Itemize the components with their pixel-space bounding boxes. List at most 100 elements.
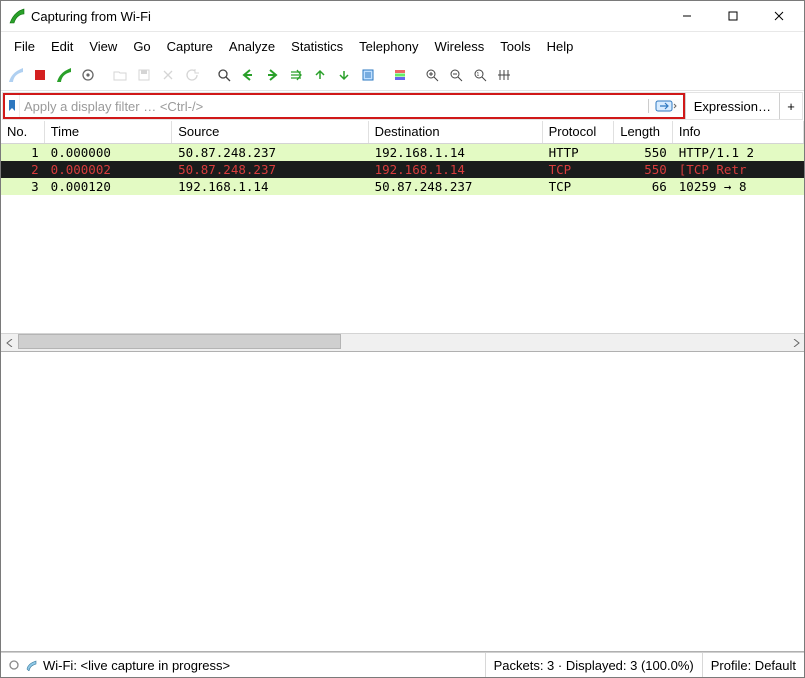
menu-wireless[interactable]: Wireless <box>427 37 491 56</box>
table-cell: [TCP Retr <box>673 161 804 178</box>
start-capture-button[interactable] <box>5 64 27 86</box>
col-header-no[interactable]: No. <box>1 121 45 143</box>
table-cell: 192.168.1.14 <box>172 178 368 195</box>
menu-view[interactable]: View <box>82 37 124 56</box>
packet-list-pane: No. Time Source Destination Protocol Len… <box>1 121 804 352</box>
table-cell: HTTP/1.1 2 <box>673 144 804 161</box>
table-cell: 2 <box>1 161 45 178</box>
col-header-dest[interactable]: Destination <box>369 121 543 143</box>
display-filter-input[interactable] <box>20 97 648 116</box>
toolbar: 1 <box>1 60 804 91</box>
col-header-length[interactable]: Length <box>614 121 673 143</box>
table-row[interactable]: 10.00000050.87.248.237192.168.1.14HTTP55… <box>1 144 804 161</box>
table-cell: 0.000120 <box>45 178 172 195</box>
menu-analyze[interactable]: Analyze <box>222 37 282 56</box>
status-profile[interactable]: Profile: Default <box>703 653 804 677</box>
col-header-protocol[interactable]: Protocol <box>543 121 615 143</box>
toolbar-separator <box>381 64 387 86</box>
zoom-out-button[interactable] <box>445 64 467 86</box>
toolbar-separator <box>413 64 419 86</box>
app-window: Capturing from Wi-Fi File Edit View Go C… <box>0 0 805 678</box>
col-header-source[interactable]: Source <box>172 121 368 143</box>
resize-columns-button[interactable] <box>493 64 515 86</box>
menu-help[interactable]: Help <box>540 37 581 56</box>
table-cell: 0.000002 <box>45 161 172 178</box>
close-button[interactable] <box>756 1 802 31</box>
table-cell: TCP <box>543 178 615 195</box>
minimize-button[interactable] <box>664 1 710 31</box>
menubar: File Edit View Go Capture Analyze Statis… <box>1 32 804 60</box>
packet-table-header: No. Time Source Destination Protocol Len… <box>1 121 804 144</box>
open-file-button[interactable] <box>109 64 131 86</box>
stop-capture-button[interactable] <box>29 64 51 86</box>
go-first-packet-button[interactable] <box>309 64 331 86</box>
go-back-button[interactable] <box>237 64 259 86</box>
titlebar: Capturing from Wi-Fi <box>1 1 804 32</box>
menu-tools[interactable]: Tools <box>493 37 537 56</box>
toolbar-separator <box>101 64 107 86</box>
filter-apply-button[interactable] <box>648 99 683 113</box>
save-file-button[interactable] <box>133 64 155 86</box>
colorize-button[interactable] <box>389 64 411 86</box>
go-last-packet-button[interactable] <box>333 64 355 86</box>
display-filter-row: Expression… + <box>2 92 803 120</box>
scroll-track[interactable] <box>18 334 787 351</box>
scroll-thumb[interactable] <box>18 334 341 349</box>
window-controls <box>664 1 802 31</box>
status-dot-icon <box>9 660 19 670</box>
table-cell: 10259 → 8 <box>673 178 804 195</box>
zoom-in-button[interactable] <box>421 64 443 86</box>
zoom-reset-button[interactable]: 1 <box>469 64 491 86</box>
restart-capture-button[interactable] <box>53 64 75 86</box>
menu-telephony[interactable]: Telephony <box>352 37 425 56</box>
packet-hscrollbar[interactable] <box>1 333 804 351</box>
menu-capture[interactable]: Capture <box>160 37 220 56</box>
add-filter-button[interactable]: + <box>779 93 802 119</box>
wireshark-fin-icon <box>9 8 25 24</box>
col-header-time[interactable]: Time <box>45 121 172 143</box>
expert-info-icon[interactable] <box>25 659 37 671</box>
svg-text:1: 1 <box>477 72 480 78</box>
table-cell: 66 <box>614 178 673 195</box>
table-cell: 50.87.248.237 <box>172 144 368 161</box>
go-to-packet-button[interactable] <box>285 64 307 86</box>
table-row[interactable]: 20.00000250.87.248.237192.168.1.14TCP550… <box>1 161 804 178</box>
status-interface: Wi-Fi: <live capture in progress> <box>1 653 486 677</box>
reload-button[interactable] <box>181 64 203 86</box>
table-cell: 50.87.248.237 <box>172 161 368 178</box>
menu-edit[interactable]: Edit <box>44 37 80 56</box>
table-cell: 550 <box>614 161 673 178</box>
menu-file[interactable]: File <box>7 37 42 56</box>
toolbar-separator <box>205 64 211 86</box>
expression-button[interactable]: Expression… <box>685 93 779 119</box>
statusbar: Wi-Fi: <live capture in progress> Packet… <box>1 652 804 677</box>
find-packet-button[interactable] <box>213 64 235 86</box>
table-cell: 192.168.1.14 <box>369 161 543 178</box>
window-title: Capturing from Wi-Fi <box>31 9 664 24</box>
menu-statistics[interactable]: Statistics <box>284 37 350 56</box>
autoscroll-button[interactable] <box>357 64 379 86</box>
packet-detail-pane[interactable] <box>1 352 804 652</box>
table-cell: 550 <box>614 144 673 161</box>
table-cell: 192.168.1.14 <box>369 144 543 161</box>
packet-table-body[interactable]: 10.00000050.87.248.237192.168.1.14HTTP55… <box>1 144 804 333</box>
capture-options-button[interactable] <box>77 64 99 86</box>
display-filter-box <box>3 93 685 119</box>
col-header-info[interactable]: Info <box>673 121 804 143</box>
table-cell: 1 <box>1 144 45 161</box>
table-row[interactable]: 30.000120192.168.1.1450.87.248.237TCP661… <box>1 178 804 195</box>
table-cell: 0.000000 <box>45 144 172 161</box>
status-interface-text: Wi-Fi: <live capture in progress> <box>43 658 230 673</box>
filter-bookmark-icon[interactable] <box>5 95 20 117</box>
scroll-left-icon[interactable] <box>1 334 18 351</box>
table-cell: 50.87.248.237 <box>369 178 543 195</box>
go-forward-button[interactable] <box>261 64 283 86</box>
table-cell: 3 <box>1 178 45 195</box>
scroll-right-icon[interactable] <box>787 334 804 351</box>
maximize-button[interactable] <box>710 1 756 31</box>
close-file-button[interactable] <box>157 64 179 86</box>
menu-go[interactable]: Go <box>126 37 157 56</box>
table-cell: TCP <box>543 161 615 178</box>
status-packets: Packets: 3 · Displayed: 3 (100.0%) <box>486 653 703 677</box>
table-cell: HTTP <box>543 144 615 161</box>
